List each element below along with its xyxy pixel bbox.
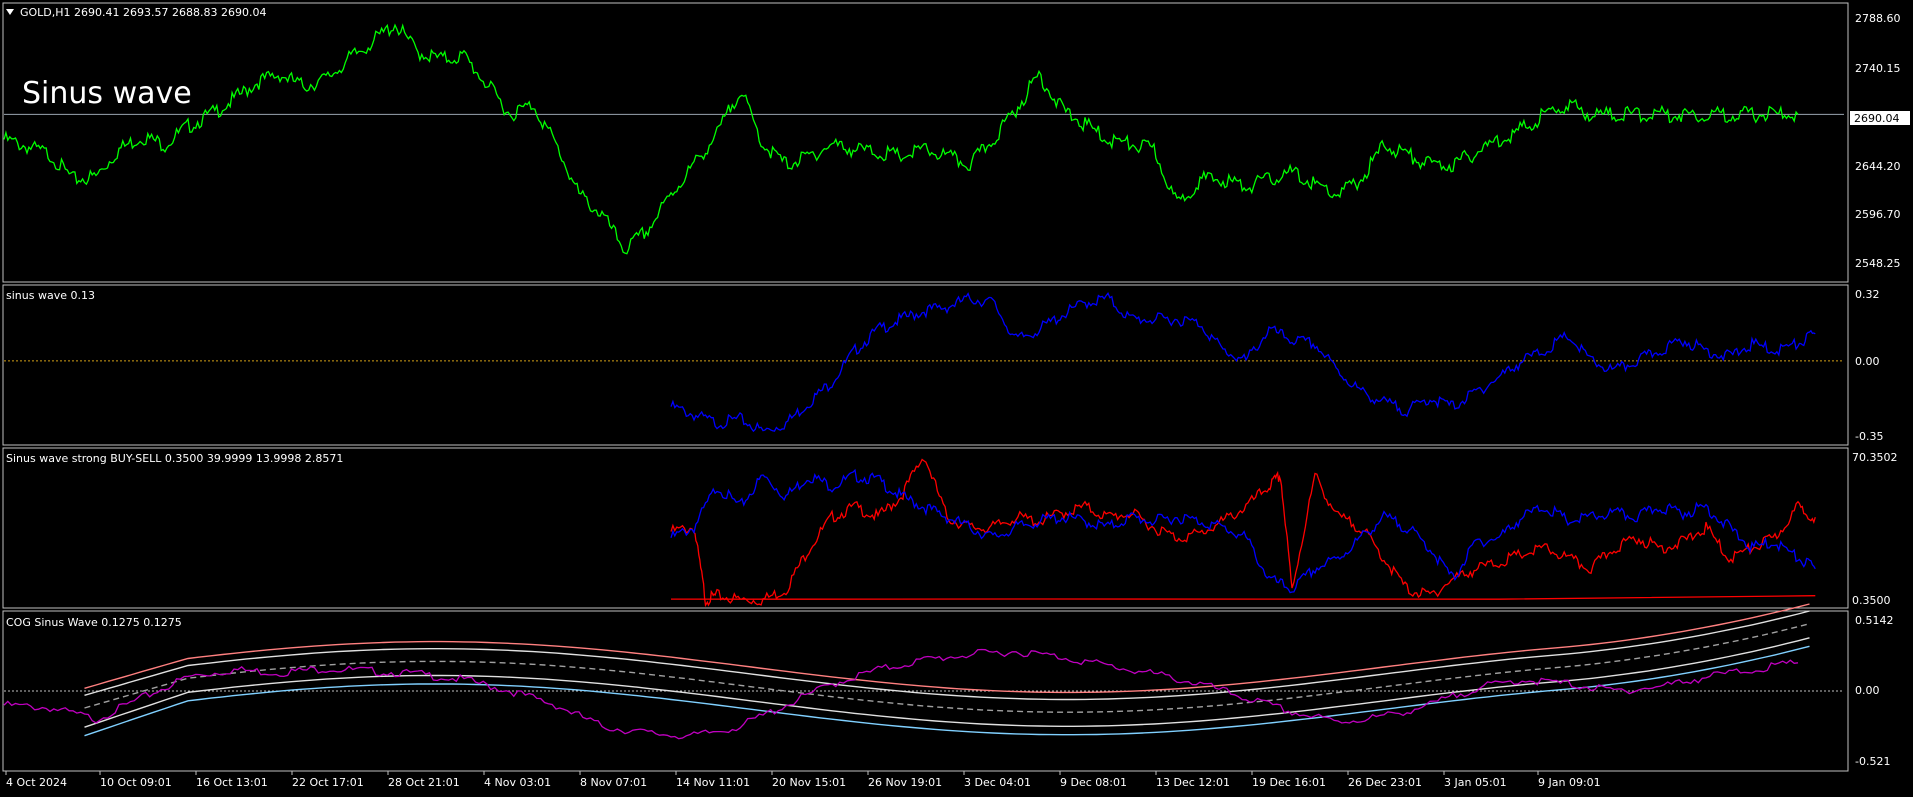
x-axis-label: 19 Dec 16:01 xyxy=(1252,776,1326,789)
x-axis-label: 4 Nov 03:01 xyxy=(484,776,551,789)
x-axis-label: 13 Dec 12:01 xyxy=(1156,776,1230,789)
cog-tick-zero: 0.00 xyxy=(1855,684,1880,697)
x-axis-label: 8 Nov 07:01 xyxy=(580,776,647,789)
x-axis-label: 14 Nov 11:01 xyxy=(676,776,750,789)
x-axis-label: 16 Oct 13:01 xyxy=(196,776,268,789)
x-axis-label: 9 Dec 08:01 xyxy=(1060,776,1127,789)
cog-tick-top: 0.5142 xyxy=(1855,614,1894,627)
x-axis-label: 26 Nov 19:01 xyxy=(868,776,942,789)
sinus-tick-top: 0.32 xyxy=(1855,288,1880,301)
current-price-label: 2690.04 xyxy=(1854,112,1900,125)
x-axis-label: 3 Jan 05:01 xyxy=(1444,776,1507,789)
cog-tick-bottom: -0.521 xyxy=(1855,755,1890,768)
cog-panel-title: COG Sinus Wave 0.1275 0.1275 xyxy=(6,616,182,629)
price-header: GOLD,H1 2690.41 2693.57 2688.83 2690.04 xyxy=(20,6,267,19)
sinus-tick-zero: 0.00 xyxy=(1855,355,1880,368)
sinus-tick-bottom: -0.35 xyxy=(1855,430,1883,443)
x-axis-label: 4 Oct 2024 xyxy=(6,776,67,789)
price-tick-1: 2788.60 xyxy=(1855,12,1901,25)
strong-tick-top: 70.3502 xyxy=(1852,451,1898,464)
x-axis-label: 20 Nov 15:01 xyxy=(772,776,846,789)
sinus-wave-caption: Sinus wave xyxy=(22,76,192,111)
price-tick-5: 2548.25 xyxy=(1855,257,1901,270)
x-axis-label: 10 Oct 09:01 xyxy=(100,776,172,789)
price-tick-4: 2596.70 xyxy=(1855,208,1901,221)
price-tick-3: 2644.20 xyxy=(1855,160,1901,173)
strong-panel-title: Sinus wave strong BUY-SELL 0.3500 39.999… xyxy=(6,452,343,465)
x-axis-label: 9 Jan 09:01 xyxy=(1538,776,1601,789)
chart-canvas: GOLD,H1 2690.41 2693.57 2688.83 2690.04 … xyxy=(0,0,1913,793)
chart-window: GOLD,H1 2690.41 2693.57 2688.83 2690.04 … xyxy=(0,0,1913,793)
x-axis-label: 22 Oct 17:01 xyxy=(292,776,364,789)
price-tick-2: 2740.15 xyxy=(1855,62,1901,75)
strong-tick-bottom: 0.3500 xyxy=(1852,594,1891,607)
sinus-panel-title: sinus wave 0.13 xyxy=(6,289,95,302)
x-axis-label: 3 Dec 04:01 xyxy=(964,776,1031,789)
x-axis-label: 26 Dec 23:01 xyxy=(1348,776,1422,789)
x-axis-label: 28 Oct 21:01 xyxy=(388,776,460,789)
